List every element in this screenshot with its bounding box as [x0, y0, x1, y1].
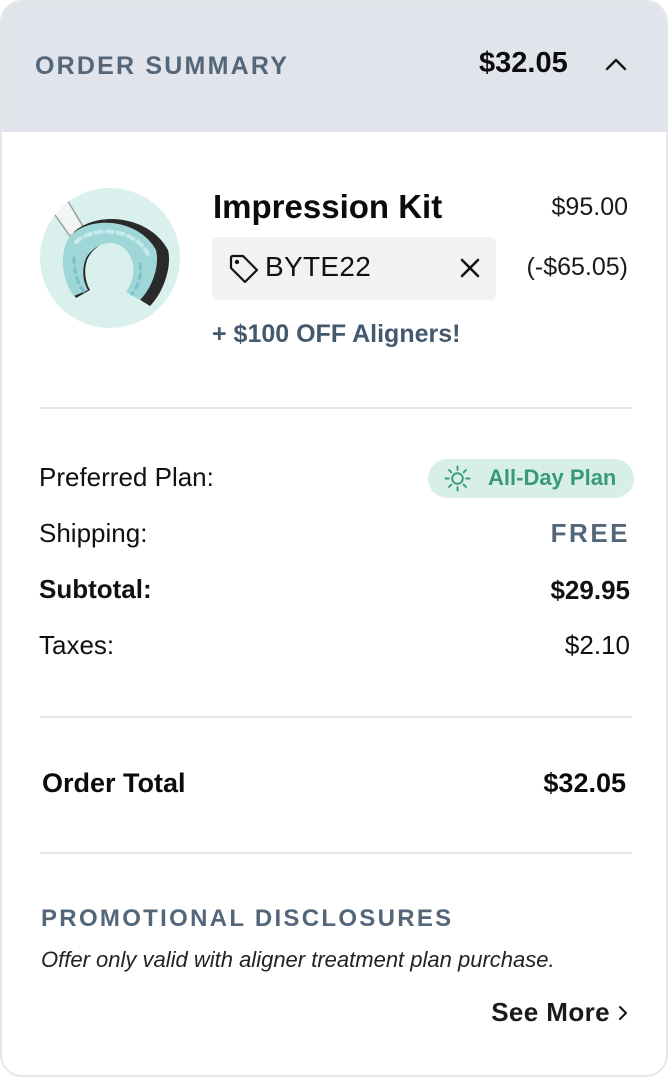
order-total-value: $32.05 — [543, 768, 626, 798]
divider — [40, 716, 632, 718]
promo-code-chip: BYTE22 — [212, 237, 496, 300]
taxes-label: Taxes: — [39, 630, 115, 660]
divider — [40, 852, 632, 854]
chevron-up-icon[interactable] — [604, 56, 628, 72]
order-summary-header[interactable]: ORDER SUMMARY $32.05 — [2, 2, 666, 132]
shipping-value: FREE — [550, 518, 630, 548]
plan-badge: All-Day Plan — [428, 459, 634, 498]
order-total-label: Order Total — [42, 768, 186, 798]
close-icon[interactable] — [459, 257, 481, 279]
subtotal-value: $29.95 — [550, 575, 630, 605]
product-price: $95.00 — [551, 193, 628, 221]
header-total-price: $32.05 — [479, 47, 568, 79]
plan-value: All-Day Plan — [488, 465, 617, 490]
product-name: Impression Kit — [213, 188, 443, 225]
discount-amount: (-$65.05) — [526, 253, 628, 281]
order-summary-title: ORDER SUMMARY — [35, 52, 290, 80]
see-more-label: See More — [491, 997, 610, 1027]
sun-icon — [444, 465, 471, 492]
aligner-promo-banner: + $100 OFF Aligners! — [212, 320, 461, 348]
subtotal-label: Subtotal: — [39, 574, 152, 604]
taxes-value: $2.10 — [564, 630, 630, 660]
tag-icon — [229, 254, 259, 284]
shipping-label: Shipping: — [39, 518, 148, 548]
order-summary-card: ORDER SUMMARY $32.05 Impression Kit $95.… — [0, 0, 668, 1077]
disclosures-text: Offer only valid with aligner treatment … — [41, 947, 555, 972]
impression-kit-image — [40, 188, 180, 328]
impression-tray-image — [48, 196, 170, 306]
preferred-plan-label: Preferred Plan: — [39, 462, 214, 492]
see-more-link[interactable]: See More — [491, 997, 628, 1028]
disclosures-title: PROMOTIONAL DISCLOSURES — [41, 905, 454, 932]
chevron-right-icon — [619, 1005, 627, 1020]
divider — [40, 407, 632, 409]
promo-code-text: BYTE22 — [265, 251, 372, 282]
